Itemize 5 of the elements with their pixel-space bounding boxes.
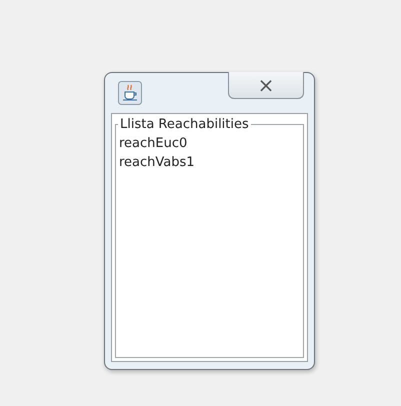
close-button[interactable]: ⨯	[228, 72, 304, 99]
list-item[interactable]: reachEuc0	[118, 134, 301, 153]
list-item[interactable]: reachVabs1	[118, 153, 301, 172]
group-title: Llista Reachabilities	[119, 117, 250, 132]
coffee-cup-icon	[118, 81, 142, 105]
